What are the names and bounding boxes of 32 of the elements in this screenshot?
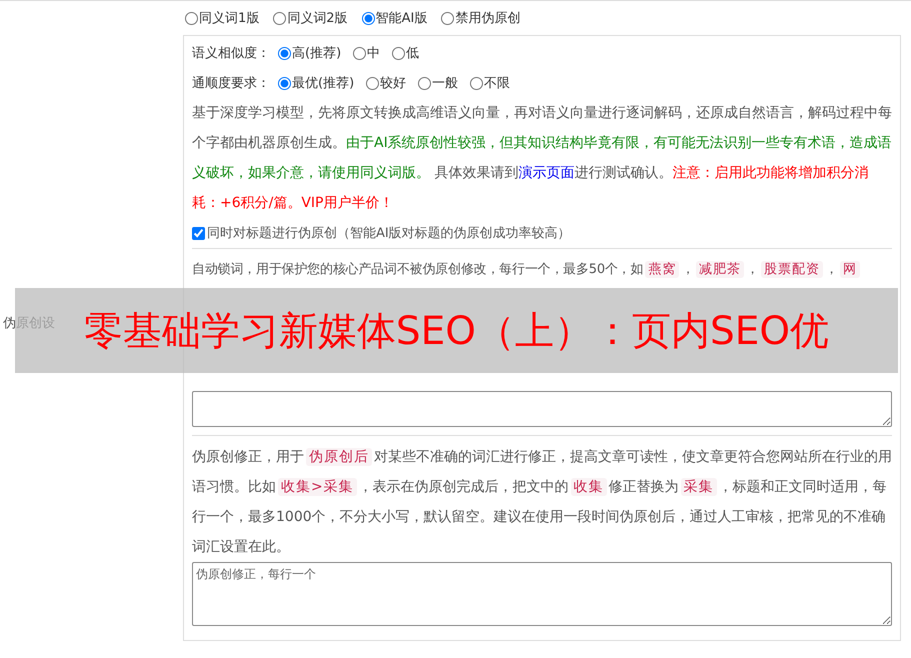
option-label: 禁用伪原创 bbox=[455, 10, 520, 27]
description-text: 自动锁词，用于保护您的核心产品词不被伪原创修改，每行一个，最多50个，如 燕窝 ， 减肥茶 ， 股票配资 ， 网 bbox=[192, 255, 892, 285]
option-label: 一般 bbox=[432, 75, 458, 92]
radio-button[interactable] bbox=[470, 76, 484, 90]
radio-button[interactable] bbox=[362, 12, 375, 24]
radio-button[interactable] bbox=[366, 76, 380, 90]
description-text: 基于深度学习模型，先将原文转换成高维语义向量，再对语义向量进行逐词解码，还原成自然语言，解码过程中每个字都由机器原创生成。由于AI系统原创性较强，但其知识结构毕竟有限，有可能无法识别一些专有术语，造成语义破坏，如果介意，请使用同义词版。 具体效果请到演示页面进行测试确认。注意：启用此功能将增加积分消耗：+6积分/篇。VIP用户半价！ bbox=[192, 104, 892, 213]
option-label: 高(推荐) bbox=[292, 45, 342, 62]
description-text: 伪原创修正，用于 伪原创后 对某些不准确的词汇进行修正，提高文章可读性，使文章更符合您网站所在行业的用语习惯。比如 收集>采集 ，表示在伪原创完成后，把文中的 收集 修正替换为 采集 ，标题和正文同时适用，每行一个，最多1000个，不分大小写，默认留空。建议在使用一段时间伪原创后，通过人工审核，把常见的不准确词汇设置在此。 bbox=[192, 447, 892, 557]
option-label: 中 bbox=[367, 45, 380, 62]
option-label: 同义词1版 bbox=[199, 10, 260, 27]
checkbox-label: 同时对标题进行伪原创（智能AI版对标题的伪原创成功率较高） bbox=[207, 225, 571, 242]
lock-words-field[interactable] bbox=[192, 391, 892, 427]
correction-field[interactable]: 伪原创修正，每行一个 bbox=[192, 562, 892, 626]
option-label: 低 bbox=[406, 45, 420, 62]
radio-button[interactable] bbox=[278, 76, 291, 90]
radio-button[interactable] bbox=[273, 12, 286, 24]
radio-button[interactable] bbox=[441, 12, 454, 24]
radio-button[interactable] bbox=[185, 12, 198, 24]
option-label: 不限 bbox=[484, 75, 510, 92]
demo-page-link[interactable]: 演示页面 bbox=[518, 165, 574, 181]
radio-button[interactable] bbox=[353, 46, 366, 60]
option-label: 较好 bbox=[380, 75, 406, 92]
radio-button[interactable] bbox=[418, 76, 432, 90]
option-label: 同义词2版 bbox=[287, 10, 348, 27]
title-checkbox[interactable] bbox=[192, 226, 205, 240]
fluency-label: 通顺度要求： bbox=[192, 75, 270, 92]
similarity-label: 语义相似度： bbox=[192, 45, 270, 62]
option-label: 最优(推荐) bbox=[292, 75, 354, 92]
radio-button[interactable] bbox=[278, 46, 291, 60]
option-label: 智能AI版 bbox=[376, 10, 428, 27]
radio-button[interactable] bbox=[392, 46, 406, 60]
